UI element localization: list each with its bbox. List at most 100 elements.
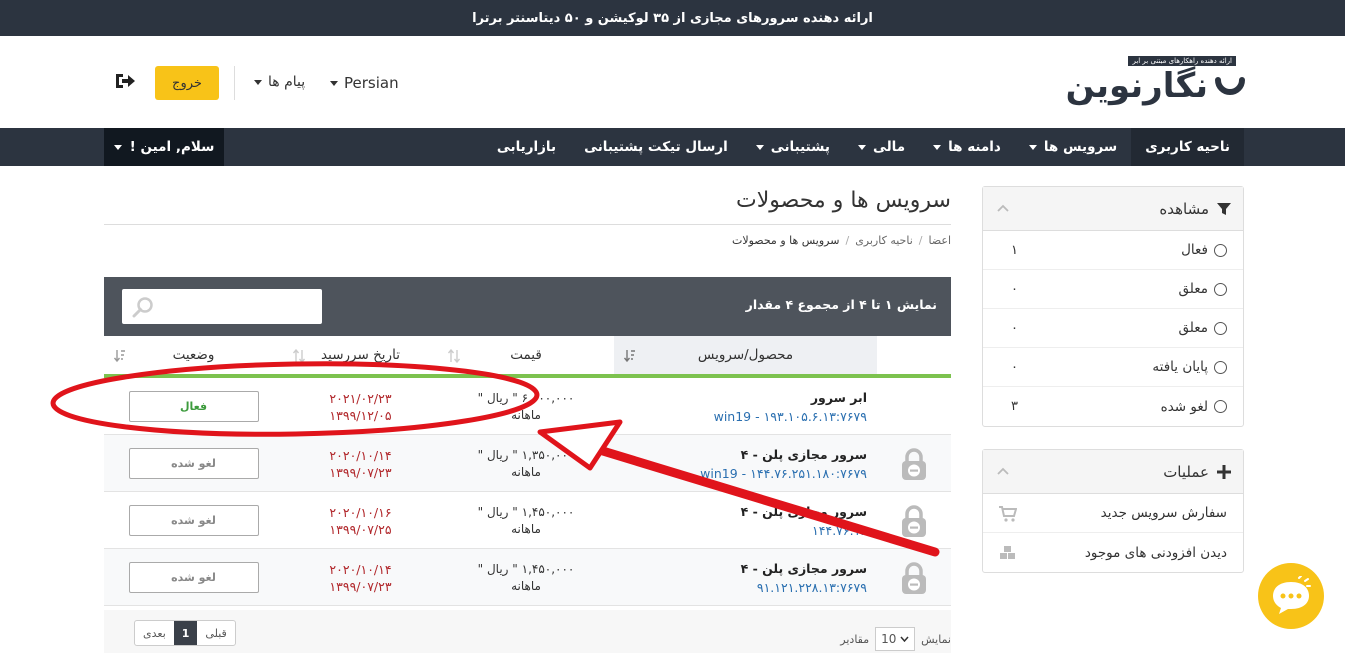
lock-icon xyxy=(902,447,926,480)
sign-out-icon[interactable] xyxy=(114,70,136,92)
column-status[interactable]: وضعیت xyxy=(104,336,283,374)
product-name[interactable]: ابر سرور xyxy=(614,390,867,405)
chevron-down-icon xyxy=(1028,144,1037,150)
chevron-down-icon xyxy=(933,144,942,150)
filter-option[interactable]: معلق ۰ xyxy=(983,309,1243,348)
product-host: ۹۱.۱۲۱.۲۲۸.۱۳:۷۶۷۹ xyxy=(756,580,867,595)
radio-button[interactable] xyxy=(1214,282,1227,296)
table-row[interactable]: سرور مجازی پلن - ۴ ۹۱.۱۲۱.۲۲۸.۱۳:۷۶۷۹ ۱,۴۵… xyxy=(104,549,951,606)
due-date-gregorian: ۲۰۲۰/۱۰/۱۶ xyxy=(329,505,392,520)
column-label: محصول/سرویس xyxy=(697,347,794,363)
user-menu[interactable]: سلام, امین ! xyxy=(104,128,224,166)
view-panel-header[interactable]: مشاهده xyxy=(983,187,1243,231)
column-product[interactable]: محصول/سرویس xyxy=(614,336,877,374)
product-name[interactable]: سرور مجازی پلن - ۴ xyxy=(614,447,867,462)
status-badge[interactable]: لغو شده xyxy=(128,562,259,593)
title-divider xyxy=(104,224,951,225)
cart-icon xyxy=(999,506,1017,522)
lock-icon xyxy=(902,504,926,537)
nav-item[interactable]: سرویس ها xyxy=(1015,128,1131,166)
filter-count: ۳ xyxy=(1011,399,1018,414)
lock-cell xyxy=(877,378,951,435)
chevron-down-icon xyxy=(755,144,764,150)
chevron-up-icon[interactable] xyxy=(997,466,1009,476)
logout-button[interactable]: خروج xyxy=(155,66,219,100)
table-body: ابر سرور win19 - ۱۹۳.۱۰۵.۶.۱۳:۷۶۷۹ ۶,۰۰۰,۰… xyxy=(104,378,951,606)
view-panel: مشاهده فعال ۱ معلق ۰ معلق ۰ پایان یافته ۰ لغو شد… xyxy=(982,186,1244,427)
page-size-control: نمایش 10 مقادیر xyxy=(840,627,951,651)
logo[interactable]: ارائه دهنده راهکارهای مبتنی بر ابر نگارن… xyxy=(1066,56,1246,112)
lock-cell xyxy=(877,435,951,492)
status-badge[interactable]: فعال xyxy=(128,391,259,422)
announcement-bar: ارائه دهنده سرورهای مجازی از ۳۵ لوکیشن و… xyxy=(0,0,1345,36)
nav-item[interactable]: دامنه ها xyxy=(919,128,1015,166)
action-label: سفارش سرویس جدید xyxy=(1100,505,1227,521)
radio-button[interactable] xyxy=(1214,400,1227,413)
breadcrumb-item[interactable]: اعضا xyxy=(928,234,951,247)
billing-cycle: ماهانه xyxy=(511,579,541,593)
action-view-addons[interactable]: دیدن افزودنی های موجود xyxy=(983,533,1243,572)
sort-icon xyxy=(293,349,305,363)
filter-label: معلق xyxy=(1178,281,1208,297)
price-amount: ۱,۴۵۰,۰۰۰ " ریال " xyxy=(477,562,575,576)
status-badge[interactable]: لغو شده xyxy=(128,448,259,479)
due-date-cell: ۲۰۲۱/۰۲/۲۳ ۱۳۹۹/۱۲/۰۵ xyxy=(283,378,438,435)
status-badge[interactable]: لغو شده xyxy=(128,505,259,536)
breadcrumb-item[interactable]: ناحیه کاربری xyxy=(855,234,913,247)
page-title: سرویس ها و محصولات xyxy=(736,188,951,213)
billing-cycle: ماهانه xyxy=(511,522,541,536)
pagination-prev[interactable]: قبلی xyxy=(197,621,234,645)
actions-panel-title: عملیات xyxy=(1163,462,1209,481)
nav-item[interactable]: مالی xyxy=(844,128,919,166)
filter-option[interactable]: پایان یافته ۰ xyxy=(983,348,1243,387)
column-due-date[interactable]: تاریخ سررسید xyxy=(283,336,438,374)
filter-option[interactable]: لغو شده ۳ xyxy=(983,387,1243,426)
pagination-current[interactable]: 1 xyxy=(173,621,198,645)
table-row[interactable]: سرور مجازی پلن - ۴ ۱۴۴.۷۶.۱۵ ۱,۴۵۰,۰۰۰ " ر… xyxy=(104,492,951,549)
filter-option[interactable]: فعال ۱ xyxy=(983,231,1243,270)
price-amount: ۶,۰۰۰,۰۰۰ " ریال " xyxy=(477,391,575,405)
product-name[interactable]: سرور مجازی پلن - ۴ xyxy=(614,504,867,519)
price-amount: ۱,۳۵۰,۰۰۰ " ریال " xyxy=(477,448,575,462)
table-row[interactable]: ابر سرور win19 - ۱۹۳.۱۰۵.۶.۱۳:۷۶۷۹ ۶,۰۰۰,۰… xyxy=(104,378,951,435)
breadcrumb-current: سرویس ها و محصولات xyxy=(731,234,840,247)
nav-item[interactable]: پشتیبانی xyxy=(742,128,844,166)
cubes-icon xyxy=(1000,546,1015,559)
filter-option[interactable]: معلق ۰ xyxy=(983,270,1243,309)
radio-button[interactable] xyxy=(1214,321,1227,335)
language-dropdown[interactable]: Persian xyxy=(330,74,399,92)
action-order-new-service[interactable]: سفارش سرویس جدید xyxy=(983,494,1243,533)
due-date-cell: ۲۰۲۰/۱۰/۱۶ ۱۳۹۹/۰۷/۲۵ xyxy=(283,492,438,549)
column-price[interactable]: قیمت xyxy=(438,336,614,374)
status-cell: لغو شده xyxy=(104,492,283,549)
nav-item-label: ارسال تیکت پشتیبانی xyxy=(584,139,728,155)
table-row[interactable]: سرور مجازی پلن - ۴ win19 - ۱۴۴.۷۶.۲۵۱.۱۸۰… xyxy=(104,435,951,492)
filter-count: ۰ xyxy=(1011,359,1018,375)
radio-button[interactable] xyxy=(1214,243,1227,257)
product-name[interactable]: سرور مجازی پلن - ۴ xyxy=(614,561,867,576)
chevron-up-icon[interactable] xyxy=(997,203,1009,213)
due-date-jalali: ۱۳۹۹/۰۷/۲۳ xyxy=(329,465,392,480)
due-date-cell: ۲۰۲۰/۱۰/۱۴ ۱۳۹۹/۰۷/۲۳ xyxy=(283,435,438,492)
filter-count: ۰ xyxy=(1011,320,1018,336)
action-label: دیدن افزودنی های موجود xyxy=(1084,544,1227,561)
logo-mark-icon xyxy=(1215,77,1245,95)
nav-item[interactable]: ناحیه کاربری xyxy=(1131,128,1244,166)
pagination-next[interactable]: بعدی xyxy=(135,621,174,645)
sort-icon xyxy=(448,349,460,363)
billing-cycle: ماهانه xyxy=(511,465,541,479)
chevron-down-icon xyxy=(330,80,338,86)
radio-button[interactable] xyxy=(1214,360,1227,374)
table-header-row: محصول/سرویس قیمت تاریخ سررسید وضعیت xyxy=(104,336,951,378)
status-cell: فعال xyxy=(104,378,283,435)
nav-item[interactable]: بازاریابی xyxy=(483,128,570,166)
pagination: قبلی 1 بعدی xyxy=(134,620,236,646)
actions-panel-header[interactable]: عملیات xyxy=(983,450,1243,494)
sort-desc-icon xyxy=(114,350,125,363)
nav-item[interactable]: ارسال تیکت پشتیبانی xyxy=(570,128,742,166)
live-chat-button[interactable] xyxy=(1258,563,1324,629)
nav-item-label: دامنه ها xyxy=(948,139,1001,155)
messages-dropdown[interactable]: پیام ها xyxy=(254,74,305,90)
product-cell: سرور مجازی پلن - ۴ win19 - ۱۴۴.۷۶.۲۵۱.۱۸۰… xyxy=(614,435,877,492)
page-size-select[interactable]: 10 xyxy=(875,627,916,651)
